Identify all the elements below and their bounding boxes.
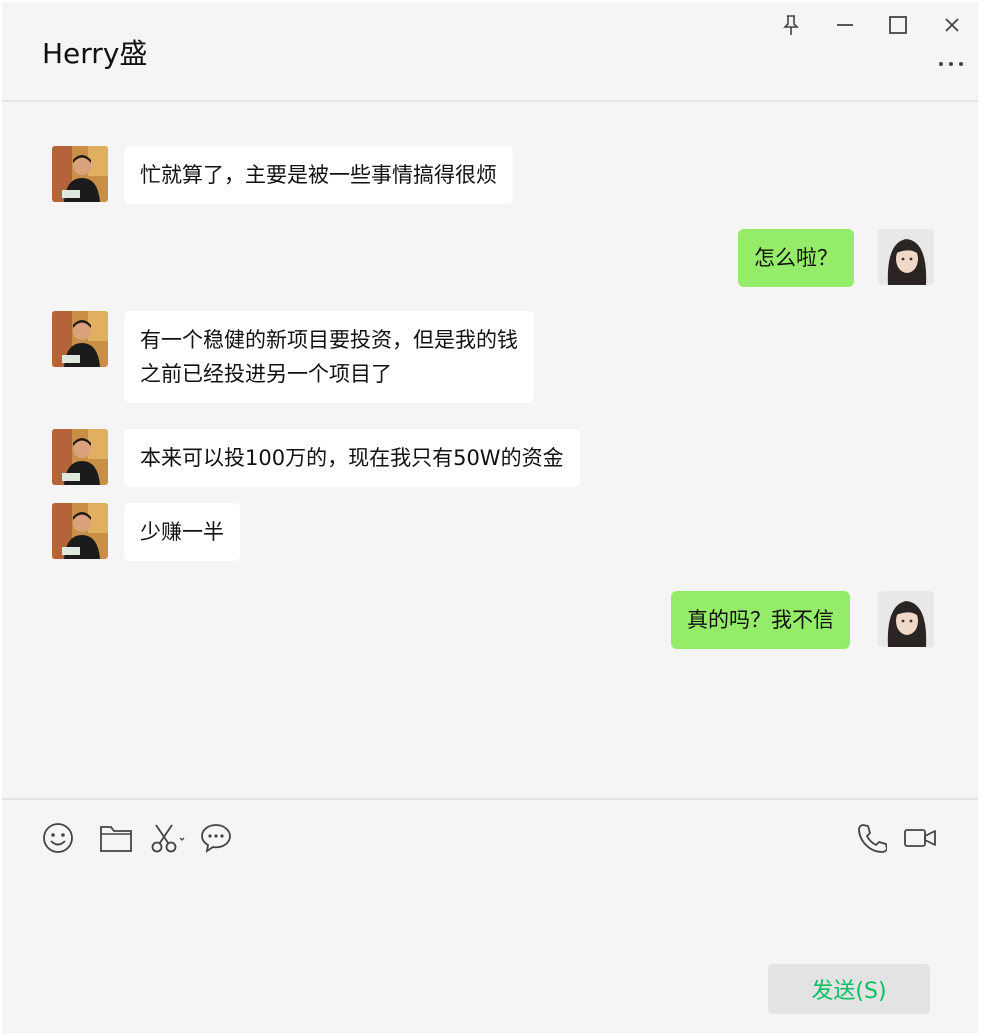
close-icon[interactable] [939,12,965,38]
minimize-icon[interactable] [832,12,858,38]
contact-name: Herry盛 [42,37,148,70]
folder-icon[interactable] [98,820,134,856]
scissors-icon[interactable] [150,820,186,856]
outgoing-message-bubble[interactable]: 怎么啦？ [738,229,854,287]
contact-avatar[interactable] [52,146,108,202]
pin-icon[interactable] [778,12,804,38]
message-line: 之前已经投进另一个项目了 [140,362,392,386]
incoming-message-bubble[interactable]: 有一个稳健的新项目要投资，但是我的钱 之前已经投进另一个项目了 [124,311,534,403]
title-bar: Herry盛 [2,2,978,102]
phone-icon[interactable] [854,820,890,856]
incoming-message-bubble[interactable]: 本来可以投100万的，现在我只有50W的资金 [124,429,580,487]
message-line: 本来可以投100万的，现在我只有50W的资金 [140,446,564,470]
contact-avatar[interactable] [52,429,108,485]
composer-divider [2,798,978,800]
chat-bubble-icon[interactable] [198,820,234,856]
message-list[interactable]: 忙就算了，主要是被一些事情搞得很烦 怎么啦？ 有一个稳健的新项目要投资，但是我的… [2,102,978,798]
message-line: 少赚一半 [140,520,224,544]
my-avatar[interactable] [878,591,934,647]
maximize-icon[interactable] [885,12,911,38]
my-avatar[interactable] [878,229,934,285]
incoming-message-bubble[interactable]: 忙就算了，主要是被一些事情搞得很烦 [124,146,513,204]
incoming-message-bubble[interactable]: 少赚一半 [124,503,240,561]
emoji-icon[interactable] [40,820,76,856]
contact-avatar[interactable] [52,311,108,367]
more-icon[interactable] [936,54,966,74]
chat-window: Herry盛 忙就算了，主要是被一些事情搞得很烦 怎么啦？ 有一个稳健的新项目要… [2,2,978,1033]
message-input[interactable] [22,868,958,958]
message-line: 有一个稳健的新项目要投资，但是我的钱 [140,328,518,352]
contact-avatar[interactable] [52,503,108,559]
video-camera-icon[interactable] [902,820,938,856]
message-line: 真的吗？我不信 [687,608,834,632]
message-line: 忙就算了，主要是被一些事情搞得很烦 [140,163,497,187]
outgoing-message-bubble[interactable]: 真的吗？我不信 [671,591,850,649]
send-button[interactable]: 发送(S) [768,964,930,1014]
message-line: 怎么啦？ [754,246,838,270]
